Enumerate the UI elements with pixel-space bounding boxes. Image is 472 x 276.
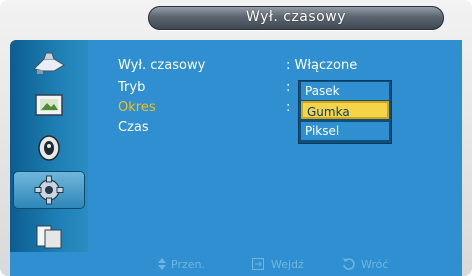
menu-value-mode: : [286,80,291,95]
footer-bar [10,252,462,276]
menu-value-sleep-timer: : Włączone [286,58,358,73]
period-dropdown: Pasek Gumka Piksel [298,80,392,144]
footer-move-label: Przen. [171,257,205,271]
menu-label-time[interactable]: Czas [118,120,149,135]
sidebar-item-input[interactable] [14,46,84,82]
footer-return-label: Wróć [361,257,389,271]
multi-control-icon [34,221,64,251]
sound-icon [36,134,62,162]
input-icon [32,51,66,77]
sidebar-item-picture[interactable] [14,88,84,124]
category-sidebar [10,40,88,266]
menu-label-sleep-timer[interactable]: Wył. czasowy [118,58,205,73]
menu-label-period[interactable]: Okres [118,100,156,115]
menu-value-period: : [286,100,291,115]
move-arrows-icon [158,258,166,270]
footer-enter-label: Wejdź [271,257,304,271]
return-icon [342,257,356,271]
gear-icon [34,175,64,205]
window-title: Wył. czasowy [246,9,346,25]
osd-window: Wył. czasowy Wył. czasowy: Włączone Try… [0,0,472,276]
dropdown-option-pasek[interactable]: Pasek [301,82,389,100]
sidebar-item-setup[interactable] [14,172,84,208]
footer-enter: Wejdź [252,256,304,272]
menu-label-mode[interactable]: Tryb [118,80,145,95]
footer-move: Przen. [158,256,205,272]
picture-icon [34,93,64,119]
sidebar-item-multi-control[interactable] [14,218,84,254]
footer-return: Wróć [342,256,388,272]
enter-icon [252,258,266,270]
title-bar: Wył. czasowy [148,6,444,30]
sidebar-item-sound[interactable] [14,130,84,166]
dropdown-option-piksel[interactable]: Piksel [301,122,389,140]
dropdown-option-gumka[interactable]: Gumka [301,101,389,119]
